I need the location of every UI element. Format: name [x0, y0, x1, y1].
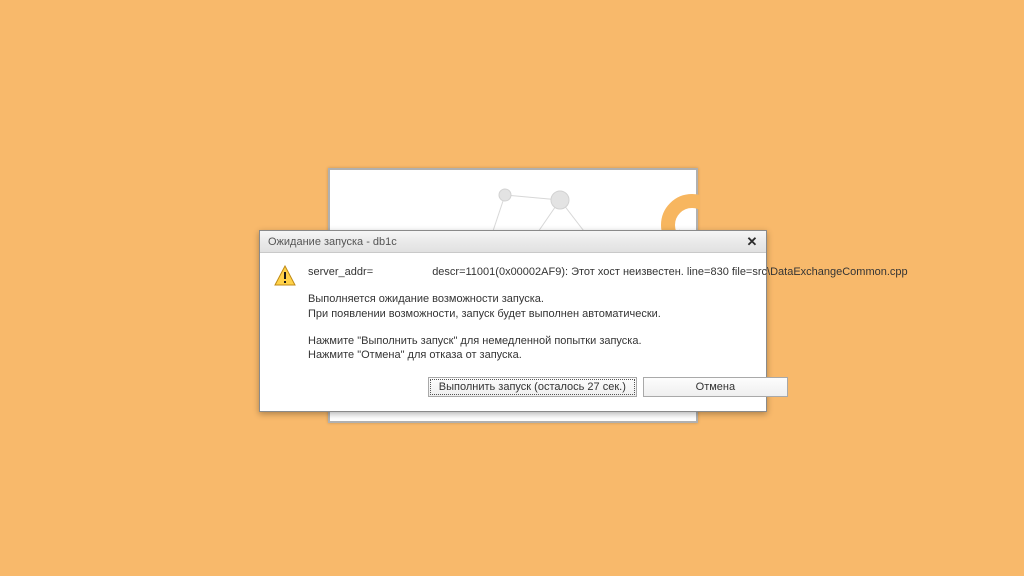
wait-line-1: Выполняется ожидание возможности запуска… — [308, 292, 908, 307]
cancel-button[interactable]: Отмена — [643, 377, 788, 397]
error-prefix: server_addr= — [308, 266, 373, 278]
button-row: Выполнить запуск (осталось 27 сек.) Отме… — [308, 377, 908, 397]
dialog-titlebar: Ожидание запуска - db1c ✕ — [260, 231, 766, 253]
instr-line-2: Нажмите "Отмена" для отказа от запуска. — [308, 348, 908, 363]
warning-icon — [274, 265, 298, 397]
cancel-button-label: Отмена — [696, 380, 735, 395]
close-icon: ✕ — [747, 234, 758, 250]
wait-line-2: При появлении возможности, запуск будет … — [308, 307, 908, 322]
wait-section: Выполняется ожидание возможности запуска… — [308, 292, 908, 322]
close-button[interactable]: ✕ — [742, 234, 762, 250]
message-column: server_addr= descr=11001(0x00002AF9): Эт… — [308, 265, 908, 397]
redacted-host — [373, 265, 429, 277]
dialog-title: Ожидание запуска - db1c — [268, 236, 742, 248]
error-message: server_addr= descr=11001(0x00002AF9): Эт… — [308, 265, 908, 280]
instruction-section: Нажмите "Выполнить запуск" для немедленн… — [308, 334, 908, 364]
instr-line-1: Нажмите "Выполнить запуск" для немедленн… — [308, 334, 908, 349]
launch-wait-dialog: Ожидание запуска - db1c ✕ server_addr= d… — [259, 230, 767, 412]
error-suffix: descr=11001(0x00002AF9): Этот хост неизв… — [432, 266, 907, 278]
launch-button-label: Выполнить запуск (осталось 27 сек.) — [439, 380, 626, 395]
dialog-body: server_addr= descr=11001(0x00002AF9): Эт… — [260, 253, 766, 411]
launch-button[interactable]: Выполнить запуск (осталось 27 сек.) — [428, 377, 637, 397]
